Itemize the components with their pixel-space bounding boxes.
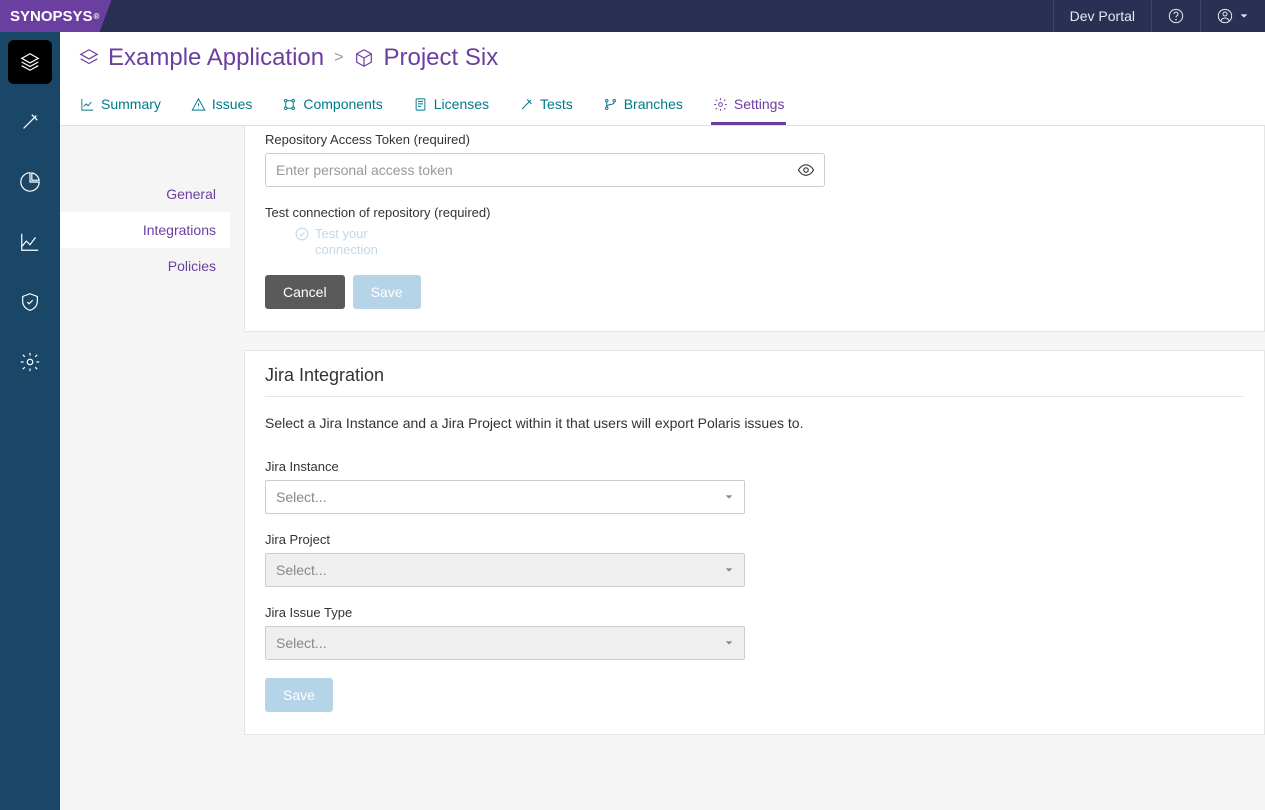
- layers-icon: [19, 51, 41, 73]
- dev-portal-link[interactable]: Dev Portal: [1053, 0, 1151, 32]
- tab-components[interactable]: Components: [280, 86, 384, 125]
- user-icon: [1217, 8, 1233, 24]
- rail-item-reports[interactable]: [8, 160, 52, 204]
- breadcrumb: Example Application > Project Six: [60, 32, 1265, 84]
- rail-item-trends[interactable]: [8, 220, 52, 264]
- tab-tests[interactable]: Tests: [517, 86, 575, 125]
- jira-instance-select[interactable]: Select...: [265, 480, 745, 514]
- save-jira-button: Save: [265, 678, 333, 712]
- warning-icon: [191, 97, 206, 112]
- token-label: Repository Access Token (required): [265, 132, 825, 147]
- jira-description: Select a Jira Instance and a Jira Projec…: [265, 415, 1244, 431]
- rail-item-security[interactable]: [8, 280, 52, 324]
- rail-item-tests[interactable]: [8, 100, 52, 144]
- flask-icon: [519, 97, 534, 112]
- cube-icon: [353, 47, 375, 69]
- shield-icon: [19, 291, 41, 313]
- subnav-integrations[interactable]: Integrations: [60, 212, 230, 248]
- brand-logo: SYNOPSYS®: [0, 0, 111, 32]
- caret-down-icon: [724, 492, 734, 502]
- rail-item-settings[interactable]: [8, 340, 52, 384]
- project-tabs: Summary Issues Components Licenses Tests: [60, 84, 1265, 126]
- help-icon: [1168, 8, 1184, 24]
- rail-item-portfolio[interactable]: [8, 40, 52, 84]
- breadcrumb-app[interactable]: Example Application: [78, 44, 324, 72]
- caret-down-icon: [724, 638, 734, 648]
- repo-panel: Repository Access Token (required) Test …: [244, 126, 1265, 332]
- tab-licenses[interactable]: Licenses: [411, 86, 491, 125]
- save-repo-button: Save: [353, 275, 421, 309]
- jira-issuetype-select: Select...: [265, 626, 745, 660]
- subnav-policies[interactable]: Policies: [60, 248, 230, 284]
- jira-instance-label: Jira Instance: [265, 459, 745, 474]
- top-bar: SYNOPSYS® Dev Portal: [0, 0, 1265, 32]
- settings-panel-area[interactable]: Repository Access Token (required) Test …: [230, 126, 1265, 810]
- left-rail: [0, 32, 60, 810]
- tab-branches[interactable]: Branches: [601, 86, 685, 125]
- test-connection-link: Test your connection: [295, 226, 385, 257]
- tab-issues[interactable]: Issues: [189, 86, 254, 125]
- caret-down-icon: [724, 565, 734, 575]
- check-circle-icon: [295, 227, 309, 241]
- test-connection-label: Test connection of repository (required): [265, 205, 825, 220]
- components-icon: [282, 97, 297, 112]
- help-button[interactable]: [1151, 0, 1200, 32]
- subnav-general[interactable]: General: [60, 176, 230, 212]
- cancel-button[interactable]: Cancel: [265, 275, 345, 309]
- branch-icon: [603, 97, 618, 112]
- layers-outline-icon: [78, 47, 100, 69]
- cog-icon: [713, 97, 728, 112]
- eye-icon[interactable]: [797, 161, 815, 179]
- trend-icon: [19, 231, 41, 253]
- license-icon: [413, 97, 428, 112]
- gear-icon: [19, 351, 41, 373]
- brand-text: SYNOPSYS: [10, 8, 93, 25]
- pie-chart-icon: [19, 171, 41, 193]
- jira-panel: Jira Integration Select a Jira Instance …: [244, 350, 1265, 735]
- account-menu[interactable]: [1200, 0, 1265, 32]
- caret-down-icon: [1239, 11, 1249, 21]
- jira-heading: Jira Integration: [265, 365, 1244, 386]
- breadcrumb-separator: >: [334, 49, 343, 67]
- breadcrumb-project[interactable]: Project Six: [353, 44, 498, 72]
- settings-subnav: General Integrations Policies: [60, 126, 230, 810]
- tab-settings[interactable]: Settings: [711, 86, 787, 125]
- chart-line-icon: [80, 97, 95, 112]
- jira-issuetype-label: Jira Issue Type: [265, 605, 745, 620]
- jira-project-select: Select...: [265, 553, 745, 587]
- wand-icon: [19, 111, 41, 133]
- jira-project-label: Jira Project: [265, 532, 745, 547]
- access-token-input[interactable]: [265, 153, 825, 187]
- tab-summary[interactable]: Summary: [78, 86, 163, 125]
